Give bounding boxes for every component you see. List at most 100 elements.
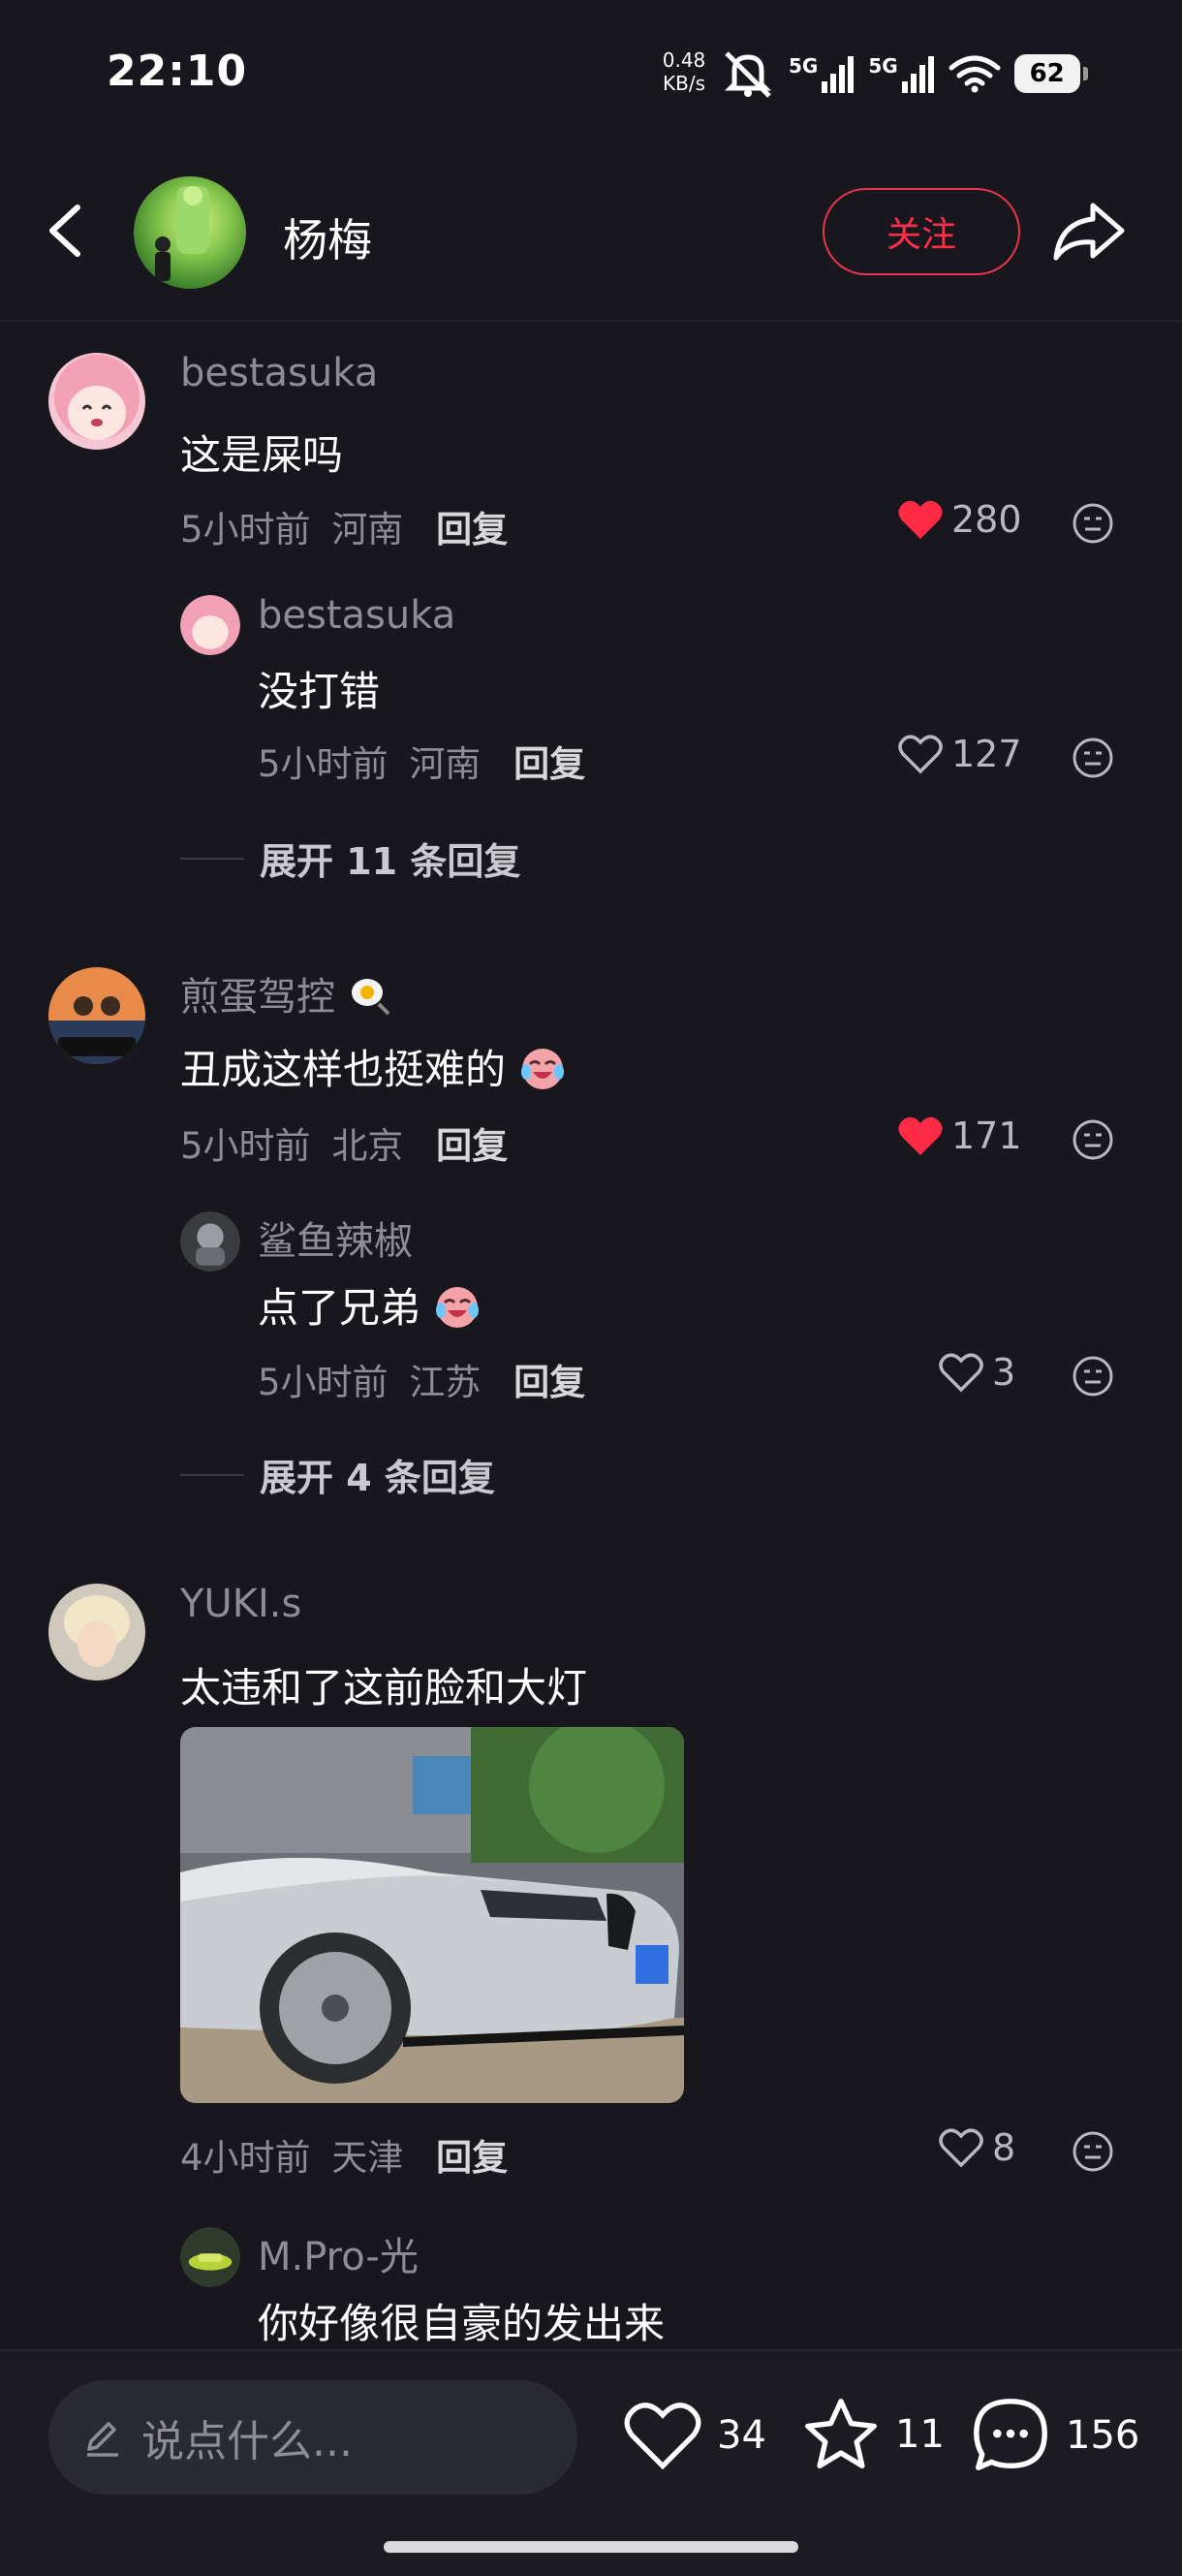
avatar[interactable] — [48, 353, 145, 450]
emoji-face-icon[interactable] — [1072, 2130, 1114, 2173]
crying-laughing-emoji-icon — [436, 1287, 480, 1328]
heart-icon — [898, 1116, 943, 1155]
comment-location: 河南 — [331, 509, 404, 550]
signal-2: 5G — [868, 54, 934, 93]
mute-icon — [724, 51, 772, 98]
comment-meta: 5小时前 北京 回复 — [180, 1116, 508, 1169]
avatar-image — [180, 1211, 240, 1272]
heart-outline-icon — [624, 2403, 701, 2470]
comment-username[interactable]: YUKI.s — [180, 1582, 301, 1626]
comment-username-text: 煎蛋驾控 — [180, 975, 335, 1020]
comment-time: 5小时前 — [180, 1125, 311, 1167]
favorite-count: 11 — [895, 2412, 945, 2457]
reply-text-content: 点了兄弟 — [258, 1284, 421, 1332]
back-arrow-icon[interactable] — [39, 202, 93, 260]
signal-icon — [901, 56, 934, 93]
comment-bubble-icon — [974, 2399, 1047, 2470]
like-button[interactable]: 3 — [938, 1351, 1015, 1394]
like-count: 280 — [951, 498, 1022, 541]
like-post-button[interactable]: 34 — [622, 2398, 766, 2473]
reply-button[interactable]: 回复 — [436, 2137, 508, 2179]
wifi-icon — [949, 55, 1001, 93]
heart-outline-icon — [898, 735, 943, 774]
reply-username[interactable]: bestasuka — [258, 593, 455, 638]
home-indicator[interactable] — [384, 2541, 798, 2553]
comment-input[interactable]: 说点什么... — [48, 2380, 577, 2495]
reply-time: 5小时前 — [258, 1362, 389, 1403]
comment-count: 156 — [1066, 2413, 1140, 2458]
header-divider — [0, 320, 1182, 322]
like-count: 127 — [951, 733, 1022, 775]
comment-location: 北京 — [331, 1125, 404, 1167]
like-button[interactable]: 127 — [897, 733, 1022, 775]
comment-image[interactable] — [180, 1727, 684, 2103]
comments-button[interactable]: 156 — [969, 2394, 1139, 2477]
reply-time: 5小时前 — [258, 743, 389, 785]
comment-text: 丑成这样也挺难的 — [180, 1037, 567, 1096]
avatar[interactable] — [48, 967, 145, 1064]
follow-button[interactable]: 关注 — [823, 188, 1020, 275]
share-icon[interactable] — [1050, 200, 1128, 264]
like-button[interactable]: 280 — [897, 498, 1022, 541]
author-name[interactable]: 杨梅 — [283, 205, 372, 269]
avatar[interactable] — [180, 595, 240, 655]
emoji-face-icon[interactable] — [1072, 1118, 1114, 1161]
crying-laughing-emoji-icon — [521, 1049, 565, 1089]
fried-egg-icon — [351, 979, 390, 1016]
avatar-image — [180, 2227, 240, 2287]
like-count: 8 — [992, 2126, 1016, 2169]
reply-button[interactable]: 回复 — [513, 743, 585, 785]
like-button[interactable]: 8 — [938, 2126, 1015, 2169]
emoji-face-icon[interactable] — [1072, 1355, 1114, 1398]
reply-username[interactable]: M.Pro-光 — [258, 2225, 419, 2281]
post-like-count: 34 — [717, 2413, 766, 2458]
expand-replies-button[interactable]: 展开 11 条回复 — [260, 832, 520, 885]
comment-username[interactable]: 煎蛋驾控 — [180, 965, 390, 1021]
comment-input-placeholder: 说点什么... — [141, 2417, 353, 2466]
comment-text-content: 丑成这样也挺难的 — [180, 1046, 507, 1093]
author-avatar[interactable] — [134, 176, 246, 289]
comment-time: 5小时前 — [180, 509, 311, 550]
status-time: 22:10 — [107, 47, 248, 96]
reply-text: 你好像很自豪的发出来 — [258, 2300, 666, 2347]
emoji-face-icon[interactable] — [1072, 502, 1114, 545]
comment-meta: 4小时前 天津 回复 — [180, 2128, 508, 2181]
author-avatar-image — [155, 186, 209, 281]
reply-location: 江苏 — [409, 1362, 482, 1403]
reply-button[interactable]: 回复 — [513, 1362, 585, 1403]
comment-username[interactable]: bestasuka — [180, 351, 378, 395]
net-speed-value: 0.48 — [662, 48, 706, 72]
avatar[interactable] — [48, 1584, 145, 1681]
reply-button[interactable]: 回复 — [436, 509, 508, 550]
reply-username[interactable]: 鲨鱼辣椒 — [258, 1209, 413, 1266]
reply-text: 点了兄弟 — [258, 1275, 482, 1335]
car-photo-image — [180, 1727, 684, 2103]
heart-icon — [898, 500, 943, 539]
like-button[interactable]: 171 — [897, 1115, 1022, 1157]
avatar-image — [48, 967, 145, 1064]
reply-meta: 5小时前 河南 回复 — [258, 735, 585, 787]
like-count: 171 — [951, 1115, 1022, 1157]
avatar-image — [48, 1584, 145, 1681]
star-icon — [805, 2399, 877, 2469]
reply-location: 河南 — [409, 743, 482, 785]
pencil-icon — [87, 2422, 118, 2457]
avatar-image — [54, 355, 140, 440]
comment-location: 天津 — [331, 2137, 404, 2179]
comment-time: 4小时前 — [180, 2137, 311, 2179]
reply-meta: 5小时前 江苏 回复 — [258, 1353, 585, 1405]
net-speed: 0.48 KB/s — [657, 48, 711, 95]
reply-button[interactable]: 回复 — [436, 1125, 508, 1167]
emoji-face-icon[interactable] — [1072, 737, 1114, 779]
signal-1: 5G — [789, 54, 855, 93]
like-count: 3 — [992, 1351, 1016, 1394]
heart-outline-icon — [939, 1353, 983, 1393]
avatar-image — [180, 595, 240, 655]
reply-text: 没打错 — [258, 668, 381, 715]
comment-text: 太违和了这前脸和大灯 — [180, 1664, 588, 1712]
comment-meta: 5小时前 河南 回复 — [180, 500, 508, 552]
favorite-button[interactable]: 11 — [800, 2396, 945, 2473]
avatar[interactable] — [180, 1211, 240, 1272]
expand-replies-button[interactable]: 展开 4 条回复 — [260, 1448, 495, 1501]
avatar[interactable] — [180, 2227, 240, 2287]
